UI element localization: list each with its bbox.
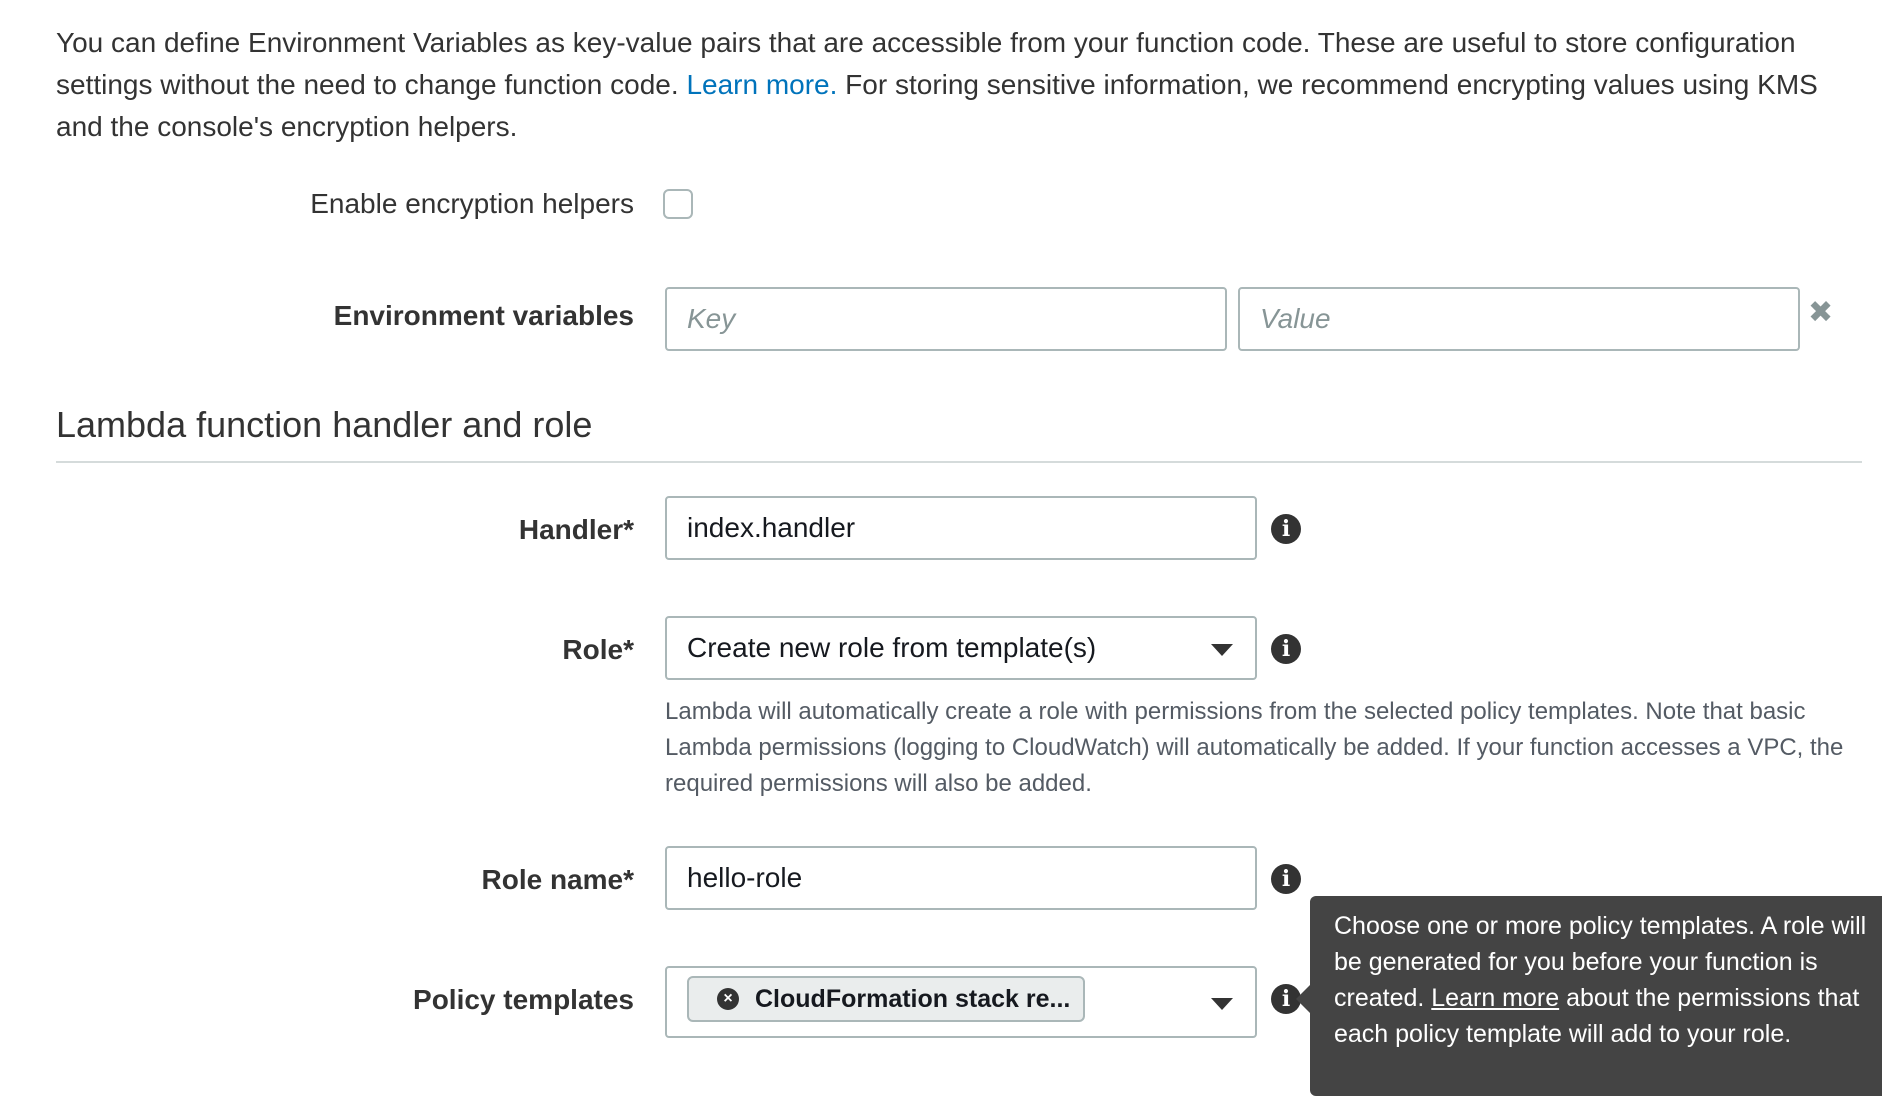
env-value-placeholder: Value	[1260, 303, 1331, 334]
learn-more-link[interactable]: Learn more.	[686, 69, 837, 100]
remove-token-icon[interactable]: ×	[717, 988, 739, 1010]
encryption-helpers-checkbox[interactable]	[663, 189, 693, 219]
handler-label: Handler*	[518, 514, 634, 545]
environment-variables-label: Environment variables	[333, 300, 634, 331]
role-select[interactable]: Create new role from template(s)	[665, 616, 1257, 680]
info-icon[interactable]: i	[1271, 634, 1301, 664]
section-title: Lambda function handler and role	[56, 404, 593, 445]
chevron-down-icon[interactable]	[1211, 998, 1233, 1010]
section-divider	[56, 461, 1862, 463]
env-key-placeholder: Key	[687, 303, 736, 334]
policy-token-label: CloudFormation stack re...	[755, 984, 1071, 1013]
role-selected-value: Create new role from template(s)	[687, 632, 1097, 663]
env-key-input[interactable]: Key	[665, 287, 1227, 351]
tooltip-learn-more-link[interactable]: Learn more	[1431, 984, 1559, 1012]
role-name-input[interactable]: hello-role	[665, 846, 1257, 910]
handler-value: index.handler	[687, 512, 856, 543]
role-name-label: Role name*	[481, 864, 635, 895]
env-value-input[interactable]: Value	[1238, 287, 1800, 351]
tooltip-arrow	[1296, 985, 1310, 1013]
policy-templates-tooltip: Choose one or more policy templates. A r…	[1310, 896, 1882, 1096]
chevron-down-icon[interactable]	[1211, 644, 1233, 656]
role-help-text: Lambda will automatically create a role …	[665, 698, 1844, 797]
role-label: Role*	[562, 634, 634, 665]
intro-paragraph: You can define Environment Variables as …	[56, 22, 1856, 148]
policy-token[interactable]: × CloudFormation stack re...	[687, 976, 1085, 1022]
encryption-helpers-label: Enable encryption helpers	[310, 188, 634, 219]
close-icon[interactable]: ✖	[1808, 298, 1833, 328]
handler-input[interactable]: index.handler	[665, 496, 1257, 560]
policy-templates-label: Policy templates	[413, 984, 634, 1015]
info-icon[interactable]: i	[1271, 514, 1301, 544]
role-name-value: hello-role	[687, 862, 803, 893]
info-icon[interactable]: i	[1271, 864, 1301, 894]
